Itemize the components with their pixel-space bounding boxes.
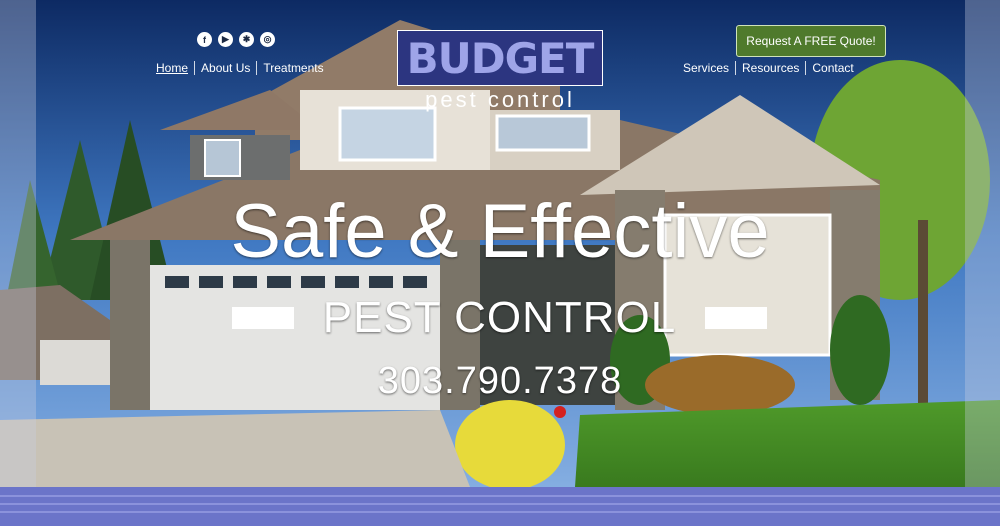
- primary-nav-left: Home About Us Treatments: [156, 61, 330, 75]
- hero-subline: PEST CONTROL: [232, 293, 767, 343]
- subline-right-bar: [704, 307, 767, 329]
- nav-resources-link[interactable]: Resources: [735, 61, 805, 75]
- hero-headline: Safe & Effective: [230, 189, 770, 274]
- logo-tagline: pest control: [425, 87, 575, 112]
- youtube-icon[interactable]: ▶: [218, 32, 233, 47]
- hero-phone-number[interactable]: 303.790.7378: [0, 360, 1000, 403]
- primary-nav-right: Services Resources Contact: [683, 61, 860, 75]
- nav-treatments-link[interactable]: Treatments: [256, 61, 329, 75]
- band-stripe: [0, 511, 1000, 513]
- hero-section: f ▶ ✱ ◎ Home About Us Treatments BUDGET …: [0, 0, 1000, 526]
- subline-left-bar: [232, 307, 294, 329]
- subline-text: PEST CONTROL: [322, 293, 677, 342]
- logo-wordmark: BUDGET: [406, 33, 595, 83]
- nav-contact-link[interactable]: Contact: [805, 61, 859, 75]
- facebook-icon[interactable]: f: [197, 32, 212, 47]
- site-logo[interactable]: BUDGET pest control: [397, 30, 603, 113]
- request-quote-button[interactable]: Request A FREE Quote!: [736, 25, 886, 57]
- yelp-icon[interactable]: ✱: [239, 32, 254, 47]
- nav-about-link[interactable]: About Us: [194, 61, 256, 75]
- logo-badge: BUDGET: [397, 30, 603, 86]
- band-stripe: [0, 495, 1000, 497]
- target-icon[interactable]: ◎: [260, 32, 275, 47]
- band-stripe: [0, 503, 1000, 505]
- social-links: f ▶ ✱ ◎: [197, 32, 275, 47]
- nav-home-link[interactable]: Home: [156, 61, 194, 75]
- bottom-band: [0, 487, 1000, 526]
- nav-services-link[interactable]: Services: [683, 61, 735, 75]
